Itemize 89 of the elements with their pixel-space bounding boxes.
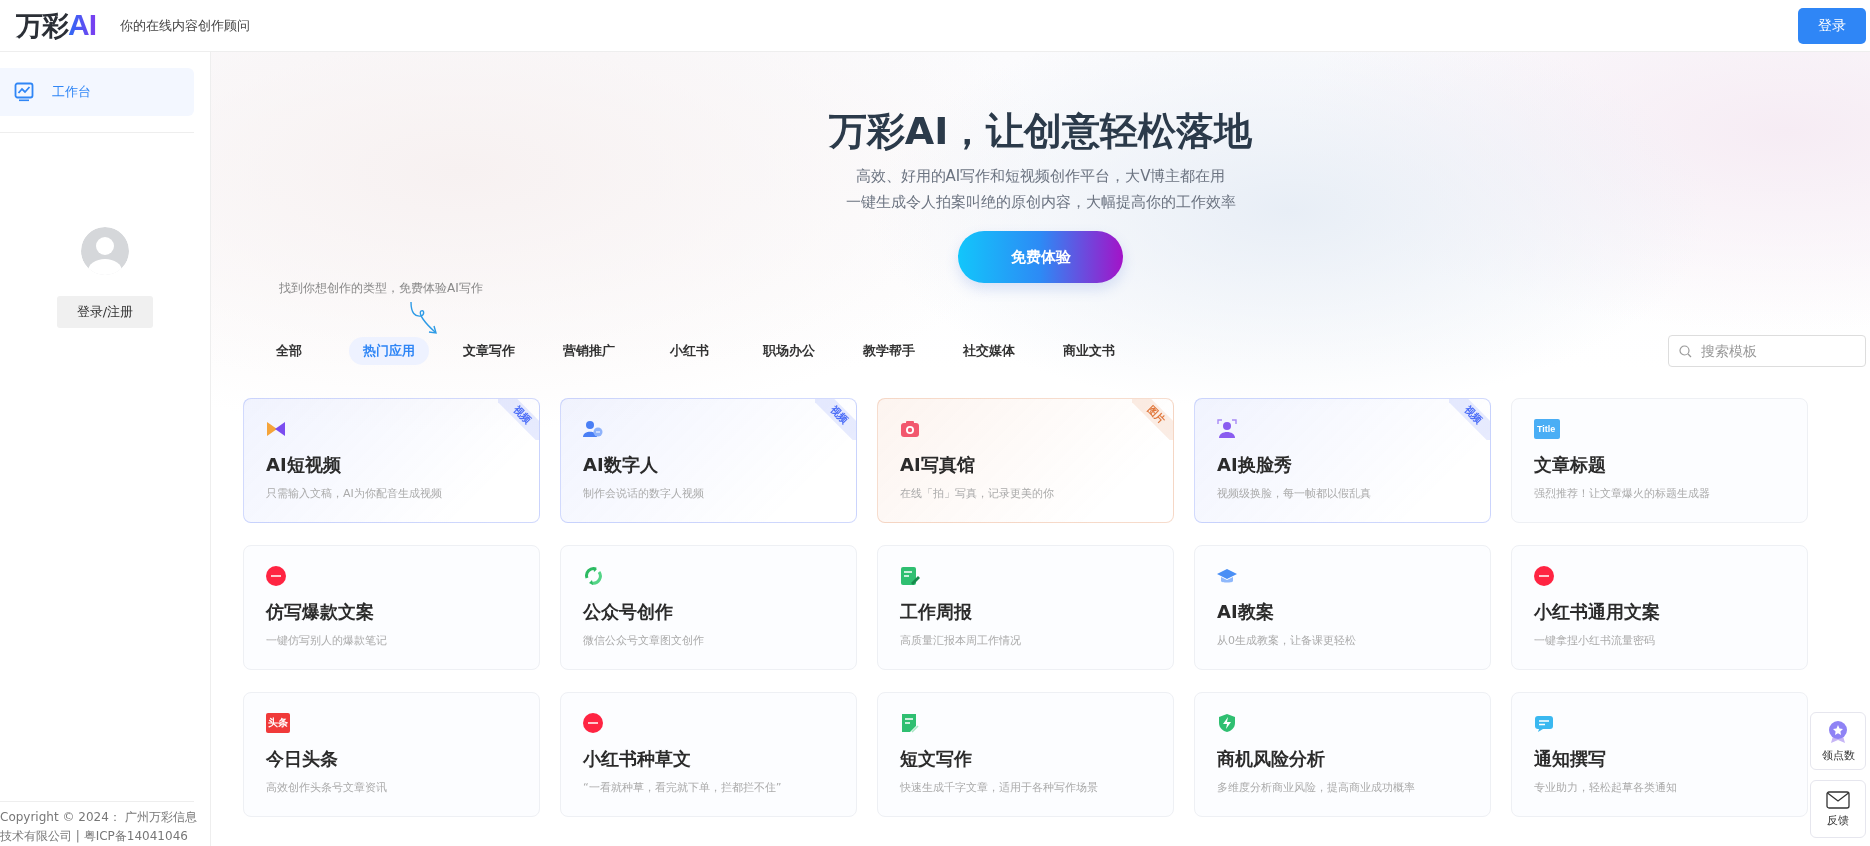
curly-arrow-icon (409, 301, 439, 335)
circle-icon (583, 713, 603, 733)
card-description: 只需输入文稿，AI为你配音生成视频 (266, 486, 442, 501)
category-tab[interactable]: 全部 (249, 337, 329, 365)
template-card[interactable]: 短文写作 快速生成千字文章，适用于各种写作场景 (877, 692, 1174, 817)
card-description: 高质量汇报本周工作情况 (900, 633, 1021, 648)
copyright-text: Copyright © 2024： 广州万彩信息技术有限公司 | 粤ICP备14041046 (0, 809, 198, 845)
chat-bubble-icon (1534, 713, 1554, 733)
category-tab[interactable]: 社交媒体 (949, 337, 1029, 365)
circle-icon (1534, 566, 1554, 586)
hint-text: 找到你想创作的类型，免费体验AI写作 (279, 280, 483, 297)
template-card[interactable]: 通知撰写 专业助力，轻松起草各类通知 (1511, 692, 1808, 817)
chart-icon (14, 82, 34, 102)
card-title: 商机风险分析 (1217, 747, 1325, 771)
ribbon-badge: 视频 (815, 399, 856, 440)
feedback-button[interactable]: 反馈 (1810, 780, 1866, 838)
card-title: 仿写爆款文案 (266, 600, 374, 624)
template-card[interactable]: 公众号创作 微信公众号文章图文创作 (560, 545, 857, 670)
card-description: 强烈推荐！让文章爆火的标题生成器 (1534, 486, 1710, 501)
card-title: 小红书通用文案 (1534, 600, 1660, 624)
card-title: 文章标题 (1534, 453, 1606, 477)
template-card[interactable]: 视频 AI数字人 制作会说话的数字人视频 (560, 398, 857, 523)
category-tab[interactable]: 职场办公 (749, 337, 829, 365)
card-description: 专业助力，轻松起草各类通知 (1534, 780, 1677, 795)
template-card[interactable]: Title 文章标题 强烈推荐！让文章爆火的标题生成器 (1511, 398, 1808, 523)
free-trial-button[interactable]: 免费体验 (958, 231, 1123, 283)
template-card[interactable]: 图片 AI写真馆 在线「拍」写真，记录更美的你 (877, 398, 1174, 523)
login-register-button[interactable]: 登录/注册 (57, 296, 153, 328)
template-card[interactable]: 视频 AI换脸秀 视频级换脸，每一帧都以假乱真 (1194, 398, 1491, 523)
title-icon: Title (1534, 419, 1560, 439)
hero-subtitle: 一键生成令人拍案叫绝的原创内容，大幅提高你的工作效率 (845, 192, 1236, 213)
logo-icon: 头条 (266, 713, 290, 733)
circle-icon (266, 566, 286, 586)
template-card[interactable]: 仿写爆款文案 一键仿写别人的爆款笔记 (243, 545, 540, 670)
ribbon-badge: 图片 (1132, 399, 1173, 440)
card-description: 高效创作头条号文章资讯 (266, 780, 387, 795)
hero-subtitle: 高效、好用的AI写作和短视频创作平台，大V博主都在用 (854, 166, 1227, 187)
medal-icon (1827, 719, 1849, 744)
category-tab[interactable]: 小红书 (649, 337, 729, 365)
card-title: AI短视频 (266, 453, 341, 477)
tagline: 你的在线内容创作顾问 (120, 16, 250, 35)
ribbon-badge: 视频 (498, 399, 539, 440)
bowtie-play-icon (266, 419, 286, 439)
card-description: 多维度分析商业风险，提高商业成功概率 (1217, 780, 1415, 795)
hero-title: 万彩AI，让创意轻松落地 (828, 108, 1253, 155)
shield-bolt-icon (1217, 713, 1237, 733)
envelope-icon (1826, 790, 1850, 809)
camera-icon (900, 419, 920, 439)
card-description: “一看就种草，看完就下单，拦都拦不住” (583, 780, 782, 795)
ribbon-badge: 视频 (1449, 399, 1490, 440)
category-tab[interactable]: 文章写作 (449, 337, 529, 365)
card-title: 短文写作 (900, 747, 972, 771)
template-card[interactable]: 小红书种草文 “一看就种草，看完就下单，拦都拦不住” (560, 692, 857, 817)
card-title: 公众号创作 (583, 600, 673, 624)
circular-arrows-icon (583, 566, 603, 586)
card-title: AI换脸秀 (1217, 453, 1292, 477)
template-card[interactable]: 头条 今日头条 高效创作头条号文章资讯 (243, 692, 540, 817)
card-description: 微信公众号文章图文创作 (583, 633, 704, 648)
card-title: 通知撰写 (1534, 747, 1606, 771)
template-card[interactable]: 工作周报 高质量汇报本周工作情况 (877, 545, 1174, 670)
points-button[interactable]: 领点数 (1810, 712, 1866, 770)
category-tab[interactable]: 教学帮手 (849, 337, 929, 365)
card-title: AI数字人 (583, 453, 658, 477)
card-title: AI教案 (1217, 600, 1274, 624)
face-frame-icon (1217, 419, 1237, 439)
template-card[interactable]: AI教案 从0生成教案，让备课更轻松 (1194, 545, 1491, 670)
card-description: 视频级换脸，每一帧都以假乱真 (1217, 486, 1371, 501)
template-card[interactable]: 商机风险分析 多维度分析商业风险，提高商业成功概率 (1194, 692, 1491, 817)
document-pen-icon (900, 566, 920, 586)
logo[interactable]: 万彩AI (16, 7, 96, 44)
card-description: 制作会说话的数字人视频 (583, 486, 704, 501)
card-description: 在线「拍」写真，记录更美的你 (900, 486, 1054, 501)
note-icon (900, 713, 920, 733)
category-tab[interactable]: 营销推广 (549, 337, 629, 365)
card-description: 从0生成教案，让备课更轻松 (1217, 633, 1356, 648)
template-card[interactable]: 小红书通用文案 一键拿捏小红书流量密码 (1511, 545, 1808, 670)
avatar-icon (81, 227, 129, 275)
card-description: 快速生成千字文章，适用于各种写作场景 (900, 780, 1098, 795)
person-icon (583, 419, 603, 439)
search-field[interactable]: 搜索模板 (1668, 335, 1866, 367)
card-title: 工作周报 (900, 600, 972, 624)
card-title: 小红书种草文 (583, 747, 691, 771)
category-tab[interactable]: 商业文书 (1049, 337, 1129, 365)
login-button[interactable]: 登录 (1798, 7, 1866, 44)
card-description: 一键拿捏小红书流量密码 (1534, 633, 1655, 648)
card-description: 一键仿写别人的爆款笔记 (266, 633, 387, 648)
card-title: AI写真馆 (900, 453, 975, 477)
card-title: 今日头条 (266, 747, 338, 771)
template-card[interactable]: 视频 AI短视频 只需输入文稿，AI为你配音生成视频 (243, 398, 540, 523)
